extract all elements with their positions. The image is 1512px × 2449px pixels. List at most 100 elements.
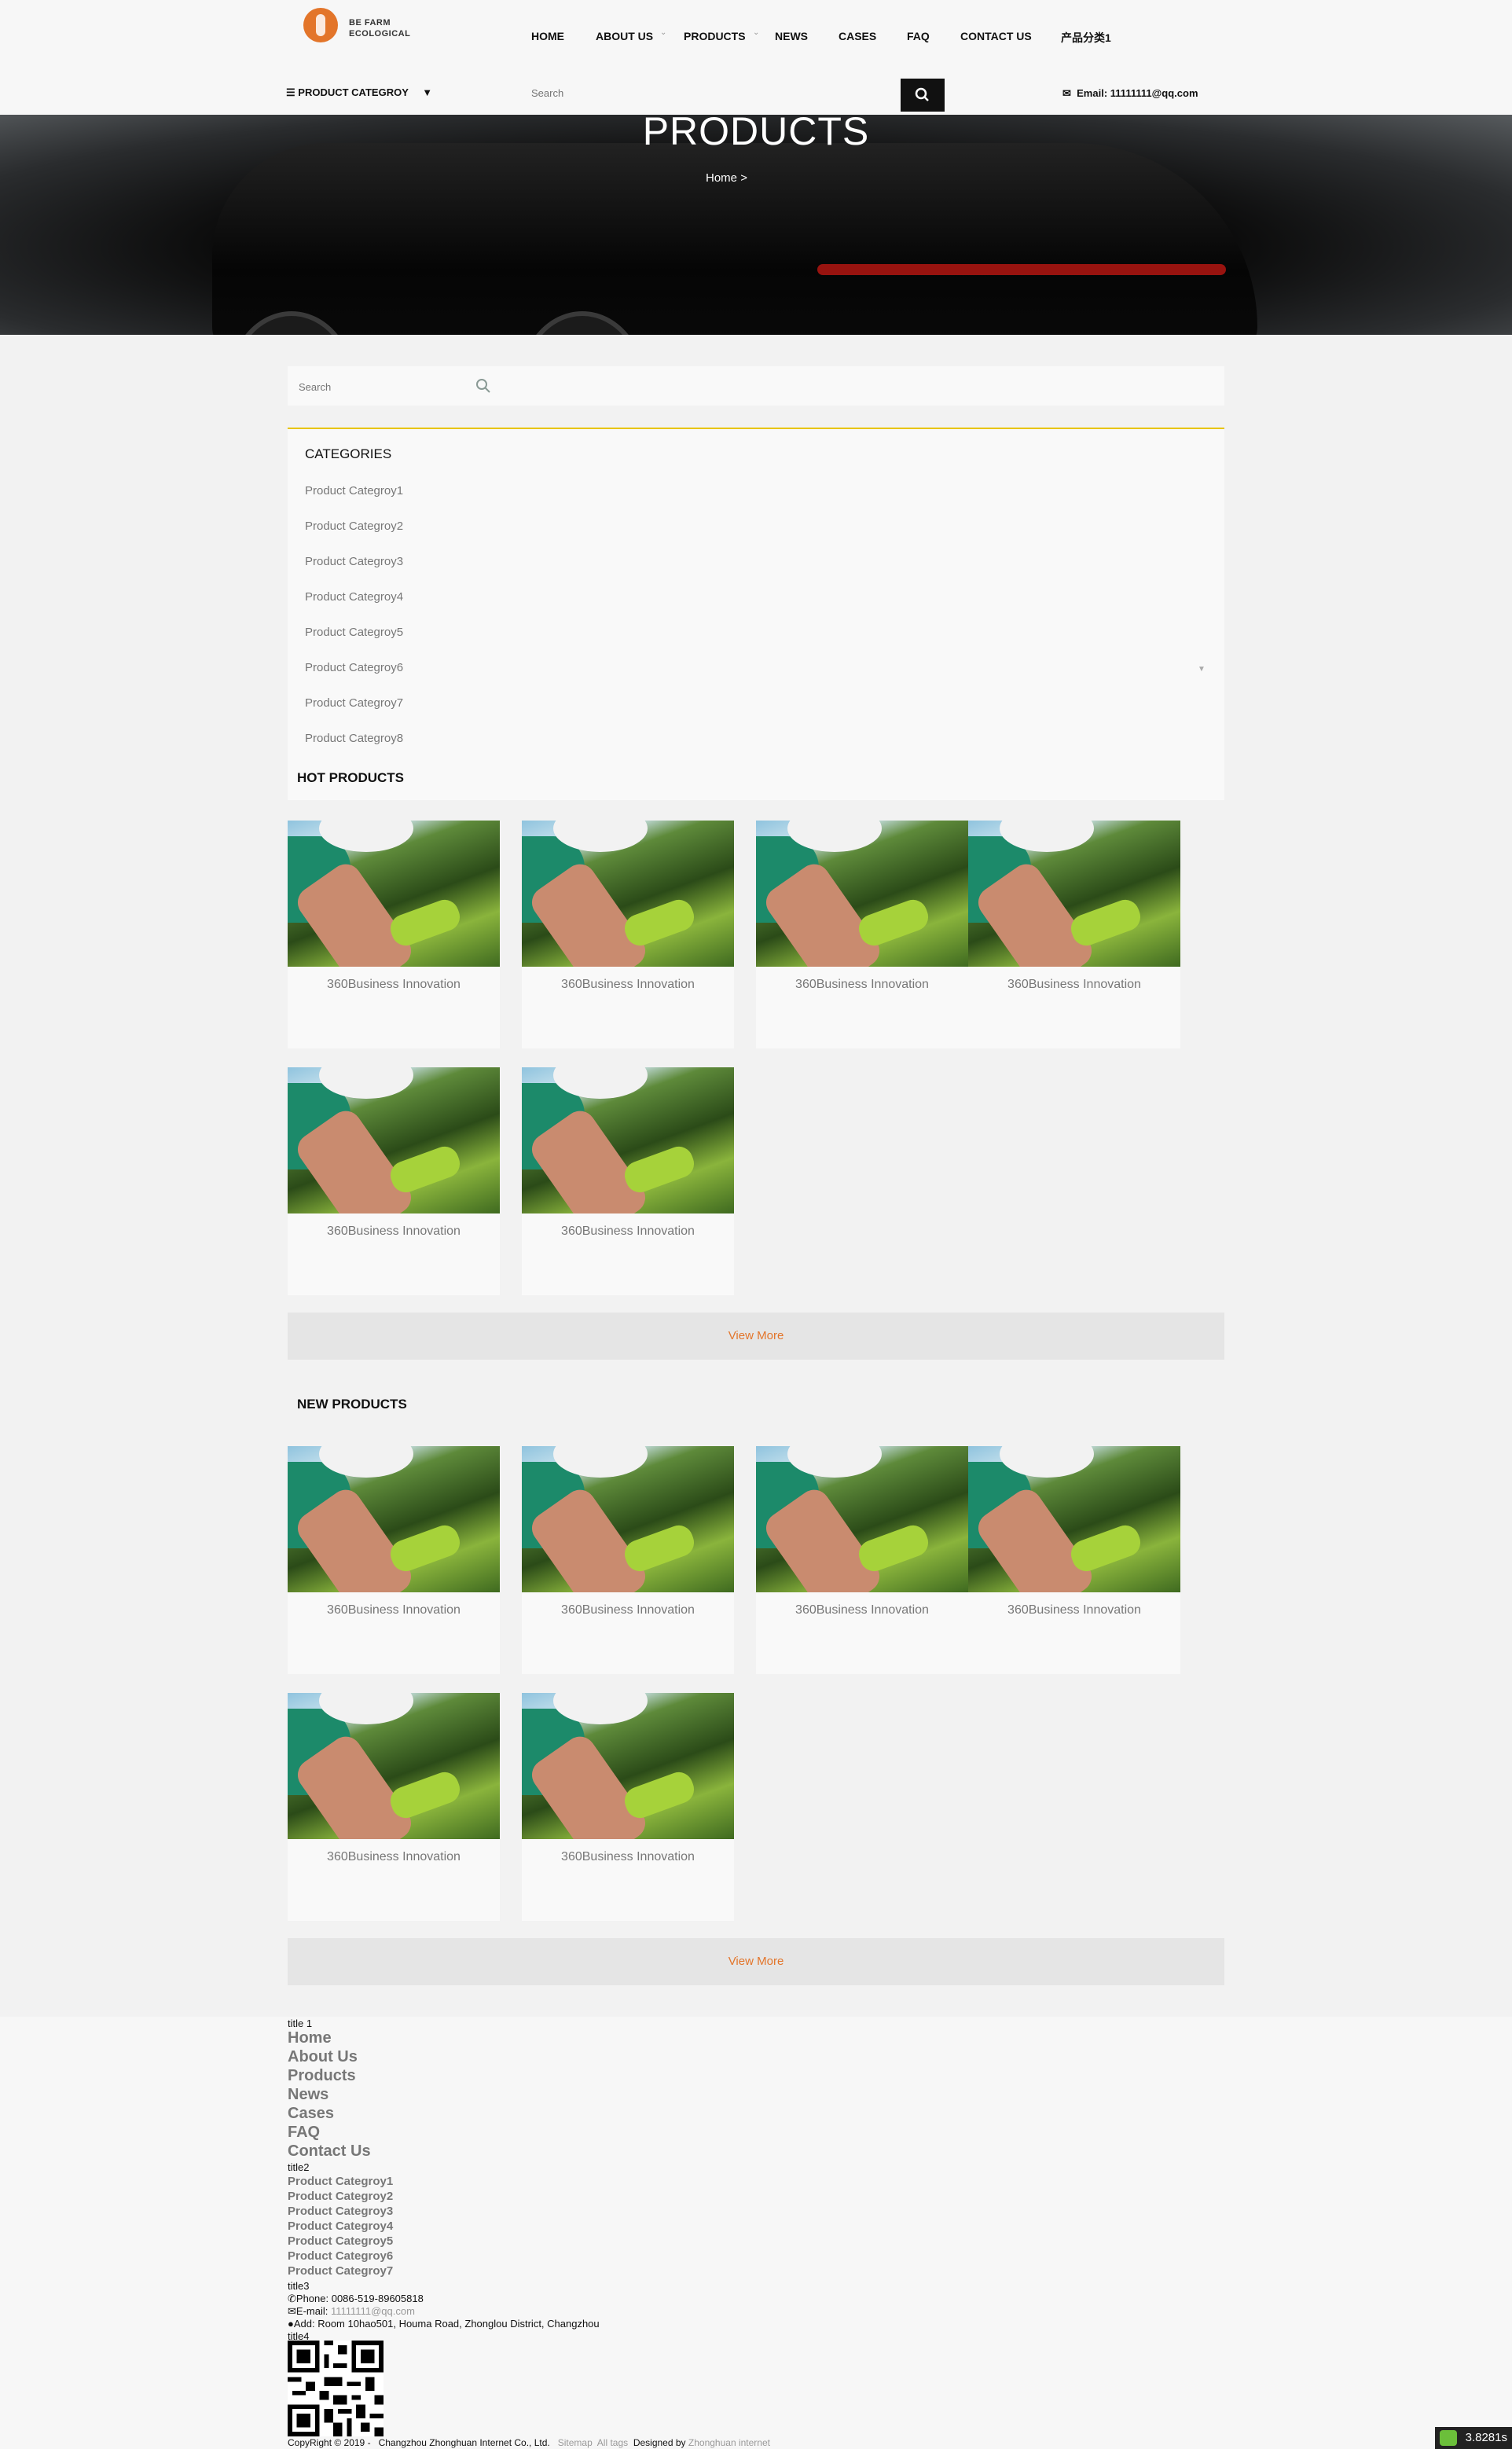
category-item[interactable]: Product Categroy6 — [305, 661, 403, 674]
product-card[interactable]: 360Business Innovation — [288, 1693, 500, 1921]
sidebar-search-input[interactable] — [297, 376, 457, 398]
product-category-label: PRODUCT CATEGROY — [298, 86, 409, 98]
email-label: Email: — [1077, 87, 1108, 99]
product-image — [522, 1446, 734, 1592]
product-name[interactable]: 360Business Innovation — [288, 1850, 500, 1864]
footer-link-faq[interactable]: FAQ — [288, 2124, 320, 2142]
footer-category-link[interactable]: Product Categroy7 — [288, 2264, 393, 2278]
header-search-input[interactable] — [530, 80, 879, 105]
category-item[interactable]: Product Categroy5 — [305, 626, 403, 639]
footer-title-3: title3 — [288, 2280, 310, 2292]
leaf-icon — [1440, 2430, 1457, 2446]
footer-category-link[interactable]: Product Categroy1 — [288, 2175, 393, 2188]
expand-chevron-icon[interactable]: ▼ — [1198, 665, 1206, 674]
page-title: PRODUCTS — [642, 109, 870, 153]
product-category-dropdown[interactable]: ☰ PRODUCT CATEGROY ▼ — [286, 86, 432, 99]
footer-phone: ✆Phone: 0086-519-89605818 — [288, 2293, 424, 2305]
all-tags-link[interactable]: All tags — [597, 2437, 628, 2448]
chevron-down-icon: ⌄ — [753, 28, 760, 37]
designed-by-label: Designed by — [633, 2437, 686, 2448]
product-card[interactable]: 360Business Innovation — [288, 821, 500, 1048]
category-item[interactable]: Product Categroy4 — [305, 590, 403, 604]
email-label: E-mail: — [295, 2305, 328, 2317]
product-image — [756, 1446, 968, 1592]
footer-title-2: title2 — [288, 2161, 310, 2173]
new-view-more-button[interactable]: View More — [288, 1938, 1224, 1985]
footer-link-news[interactable]: News — [288, 2086, 328, 2104]
nav-about-us[interactable]: ABOUT US — [596, 30, 653, 42]
categories-panel — [288, 428, 1224, 800]
product-card[interactable]: 360Business Innovation — [288, 1067, 500, 1295]
product-image — [288, 1446, 500, 1592]
breadcrumb-home[interactable]: Home — [706, 171, 737, 185]
product-name[interactable]: 360Business Innovation — [522, 1850, 734, 1864]
sitemap-link[interactable]: Sitemap — [558, 2437, 593, 2448]
logo-text[interactable]: BE FARM ECOLOGICAL — [349, 17, 410, 39]
product-name[interactable]: 360Business Innovation — [288, 1224, 500, 1239]
logo-line-2: ECOLOGICAL — [349, 29, 411, 39]
footer-category-link[interactable]: Product Categroy2 — [288, 2190, 393, 2203]
phone-text: Phone: 0086-519-89605818 — [295, 2293, 424, 2304]
footer-category-link[interactable]: Product Categroy4 — [288, 2220, 393, 2233]
category-item[interactable]: Product Categroy7 — [305, 696, 403, 710]
product-name[interactable]: 360Business Innovation — [288, 1603, 500, 1617]
nav-news[interactable]: NEWS — [775, 30, 808, 42]
menu-icon: ☰ — [286, 86, 295, 98]
footer-category-link[interactable]: Product Categroy3 — [288, 2205, 393, 2218]
product-image — [522, 1693, 734, 1839]
product-image — [756, 821, 968, 967]
category-item[interactable]: Product Categroy8 — [305, 732, 403, 745]
footer-link-products[interactable]: Products — [288, 2067, 356, 2085]
nav-cases[interactable]: CASES — [839, 30, 876, 42]
breadcrumb-separator: > — [740, 171, 747, 185]
product-name[interactable]: 360Business Innovation — [756, 1603, 968, 1617]
product-card[interactable]: 360Business Innovation — [756, 1446, 968, 1674]
product-card[interactable]: 360Business Innovation — [522, 1067, 734, 1295]
product-name[interactable]: 360Business Innovation — [968, 978, 1180, 992]
logo-icon[interactable] — [303, 8, 338, 42]
product-card[interactable]: 360Business Innovation — [288, 1446, 500, 1674]
footer-category-link[interactable]: Product Categroy6 — [288, 2249, 393, 2263]
product-name[interactable]: 360Business Innovation — [968, 1603, 1180, 1617]
product-image — [522, 821, 734, 967]
footer-category-link[interactable]: Product Categroy5 — [288, 2234, 393, 2248]
product-name[interactable]: 360Business Innovation — [522, 1224, 734, 1239]
copyright-text: CopyRight © 2019 - — [288, 2437, 371, 2448]
nav-products[interactable]: PRODUCTS — [684, 30, 746, 42]
product-name[interactable]: 360Business Innovation — [288, 978, 500, 992]
category-item[interactable]: Product Categroy2 — [305, 520, 403, 533]
nav-category-1[interactable]: 产品分类1 — [1061, 30, 1111, 46]
category-item[interactable]: Product Categroy3 — [305, 555, 403, 568]
nav-home[interactable]: HOME — [531, 30, 564, 42]
product-card[interactable]: 360Business Innovation — [968, 821, 1180, 1048]
breadcrumb: Home > — [706, 171, 747, 185]
product-image — [522, 1067, 734, 1213]
product-image — [288, 1693, 500, 1839]
product-card[interactable]: 360Business Innovation — [522, 1693, 734, 1921]
footer-link-about-us[interactable]: About Us — [288, 2048, 358, 2066]
hot-view-more-button[interactable]: View More — [288, 1313, 1224, 1360]
designer-link[interactable]: Zhonghuan internet — [688, 2437, 770, 2448]
product-name[interactable]: 360Business Innovation — [756, 978, 968, 992]
sidebar-search-box — [288, 366, 1224, 406]
location-pin-icon: ● — [288, 2318, 294, 2330]
category-item[interactable]: Product Categroy1 — [305, 484, 403, 498]
header-search-button[interactable] — [901, 79, 945, 112]
product-name[interactable]: 360Business Innovation — [522, 1603, 734, 1617]
hot-products-title: HOT PRODUCTS — [297, 770, 404, 785]
search-icon[interactable] — [475, 377, 492, 395]
product-name[interactable]: 360Business Innovation — [522, 978, 734, 992]
product-card[interactable]: 360Business Innovation — [968, 1446, 1180, 1674]
footer-link-cases[interactable]: Cases — [288, 2105, 334, 2123]
product-card[interactable]: 360Business Innovation — [522, 1446, 734, 1674]
footer-link-contact-us[interactable]: Contact Us — [288, 2142, 371, 2161]
footer-copyright: CopyRight © 2019 - Changzhou Zhonghuan I… — [288, 2437, 770, 2448]
timer-value: 3.8281s — [1465, 2431, 1507, 2444]
nav-contact-us[interactable]: CONTACT US — [960, 30, 1032, 42]
product-card[interactable]: 360Business Innovation — [522, 821, 734, 1048]
nav-faq[interactable]: FAQ — [907, 30, 930, 42]
product-image — [288, 1067, 500, 1213]
product-card[interactable]: 360Business Innovation — [756, 821, 968, 1048]
footer-link-home[interactable]: Home — [288, 2029, 332, 2047]
email-value[interactable]: 11111111@qq.com — [331, 2305, 415, 2317]
